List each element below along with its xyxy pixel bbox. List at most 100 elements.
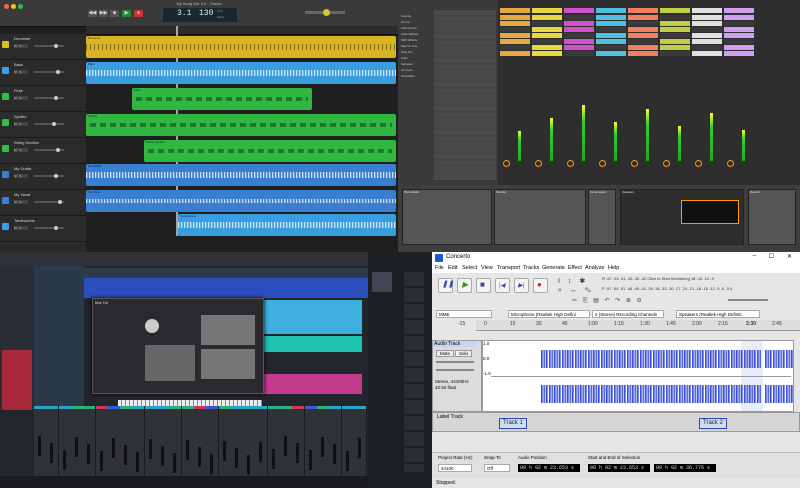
track-column-header[interactable] (724, 8, 754, 13)
channel-fader[interactable] (185, 440, 189, 460)
track-name-menu[interactable]: Audio Track (434, 341, 478, 347)
device-operator[interactable]: Operator (620, 189, 744, 245)
channel-fader[interactable] (284, 436, 287, 456)
region-tambourine[interactable]: Tambourine (178, 214, 396, 236)
audio-track-header[interactable]: Audio Track Mute Solo Stereo, 44100Hz 32… (432, 340, 482, 412)
clip-slot[interactable] (724, 33, 754, 38)
track-column-header[interactable] (628, 8, 658, 13)
master-volume-slider[interactable] (305, 9, 345, 16)
channel-fader[interactable] (345, 451, 349, 471)
clip-slot[interactable] (564, 45, 594, 50)
mixer-channel[interactable] (292, 406, 306, 476)
clip-slot[interactable] (628, 27, 658, 32)
mute-solo-buttons[interactable]: M S (14, 96, 28, 100)
label-track-name[interactable]: Label Track (437, 414, 463, 420)
clip-slot[interactable] (500, 27, 530, 32)
clip-slot[interactable] (596, 21, 626, 26)
track-header[interactable]: Synths M S (0, 112, 86, 138)
instrument-thumb[interactable] (372, 272, 392, 292)
mai-tai-synth[interactable]: Mai Tai (92, 298, 264, 394)
clip-slot[interactable] (660, 21, 690, 26)
channel-fader[interactable] (124, 445, 128, 465)
volume-fader[interactable] (34, 200, 64, 204)
label-track-1[interactable]: Track 1 (499, 418, 527, 429)
channel-fader[interactable] (234, 448, 238, 468)
browser-content-list[interactable] (434, 10, 496, 180)
mute-solo-buttons[interactable]: M S (14, 148, 28, 152)
clip-slot[interactable] (532, 27, 562, 32)
mixer-channel[interactable] (107, 406, 121, 476)
clip-slot[interactable] (564, 15, 594, 20)
track-header[interactable]: Flute M S (0, 86, 86, 112)
clip-slot[interactable] (628, 33, 658, 38)
channel-fader[interactable] (161, 446, 164, 466)
forward-button[interactable]: ▶▶ (99, 10, 108, 17)
track-header[interactable]: Drummer M S (0, 34, 86, 60)
mixer-channel[interactable] (70, 406, 84, 476)
mixer-channel[interactable] (280, 406, 293, 476)
clip-slot[interactable] (532, 51, 562, 56)
input-device-select[interactable]: Microphone (Realtek High Defini (508, 310, 590, 318)
menu-generate[interactable]: Generate (542, 265, 565, 271)
selection-end-field[interactable]: 00 h 02 m 36.776 s (654, 464, 716, 472)
skip-end-button[interactable]: ▶| (514, 278, 529, 293)
channel-fader[interactable] (50, 443, 54, 463)
mixer-channel[interactable] (120, 406, 134, 476)
mixer-channel[interactable] (193, 406, 207, 476)
play-button[interactable]: ▶ (122, 10, 131, 17)
record-button[interactable]: ● (533, 278, 548, 293)
clip-slot[interactable] (628, 45, 658, 50)
channel-fader[interactable] (357, 438, 361, 458)
arrange-region[interactable] (84, 278, 368, 298)
mixer-channel[interactable] (181, 406, 195, 476)
channel-fader[interactable] (99, 451, 103, 471)
arrange-region[interactable] (262, 374, 362, 394)
minimize-icon[interactable]: – (753, 253, 756, 259)
solo-button[interactable]: Solo (455, 350, 473, 357)
clip-slot[interactable] (596, 51, 626, 56)
clip-slot[interactable] (564, 33, 594, 38)
pan-knob[interactable] (535, 160, 542, 167)
mute-solo-buttons[interactable]: M S (14, 70, 28, 74)
mute-solo-buttons[interactable]: M S (14, 174, 28, 178)
inspector-fader[interactable] (2, 350, 32, 410)
clip-slot[interactable] (692, 51, 722, 56)
channel-fader[interactable] (271, 449, 275, 469)
browser-item[interactable]: Sounds (401, 14, 411, 18)
channel-fader[interactable] (320, 437, 324, 457)
maximize-icon[interactable]: ☐ (769, 253, 774, 260)
track-header[interactable]: Tambourine M S (0, 216, 86, 242)
track-column-header[interactable] (692, 8, 722, 13)
pan-knob[interactable] (663, 160, 670, 167)
clip-slot[interactable] (692, 45, 722, 50)
region-synths[interactable]: Synths (86, 114, 396, 136)
mixer-channel[interactable] (132, 406, 146, 476)
arrange-region[interactable] (262, 336, 362, 352)
clip-slot[interactable] (660, 45, 690, 50)
clip-slot[interactable] (500, 39, 530, 44)
channel-fader[interactable] (222, 441, 226, 461)
mixer-channel[interactable] (218, 406, 232, 476)
clip-slot[interactable] (596, 27, 626, 32)
mixer-channel[interactable] (243, 406, 257, 476)
channel-fader[interactable] (38, 436, 41, 456)
selection-start-field[interactable]: 00 h 02 m 23.653 s (588, 464, 650, 472)
menu-analyze[interactable]: Analyze (585, 265, 605, 271)
browser-item[interactable]: Audio Effects (401, 32, 419, 36)
clip-slot[interactable] (500, 51, 530, 56)
browser-item[interactable]: Samples (401, 62, 413, 66)
clip-slot[interactable] (660, 39, 690, 44)
clip-slot[interactable] (564, 27, 594, 32)
mixer-channel[interactable] (255, 406, 269, 476)
region-string-section[interactable]: String Section (144, 140, 396, 162)
mixer-channel[interactable] (341, 406, 355, 476)
label-track-2[interactable]: Track 2 (699, 418, 727, 429)
channel-fader[interactable] (308, 450, 312, 470)
clip-slot[interactable] (532, 21, 562, 26)
mute-solo-buttons[interactable]: M S (14, 122, 28, 126)
pan-knob[interactable] (599, 160, 606, 167)
menu-select[interactable]: Select (462, 265, 477, 271)
close-icon[interactable]: ✕ (787, 253, 792, 260)
host-select[interactable]: MME (436, 310, 492, 318)
device-simpler[interactable]: Simpler (494, 189, 586, 245)
